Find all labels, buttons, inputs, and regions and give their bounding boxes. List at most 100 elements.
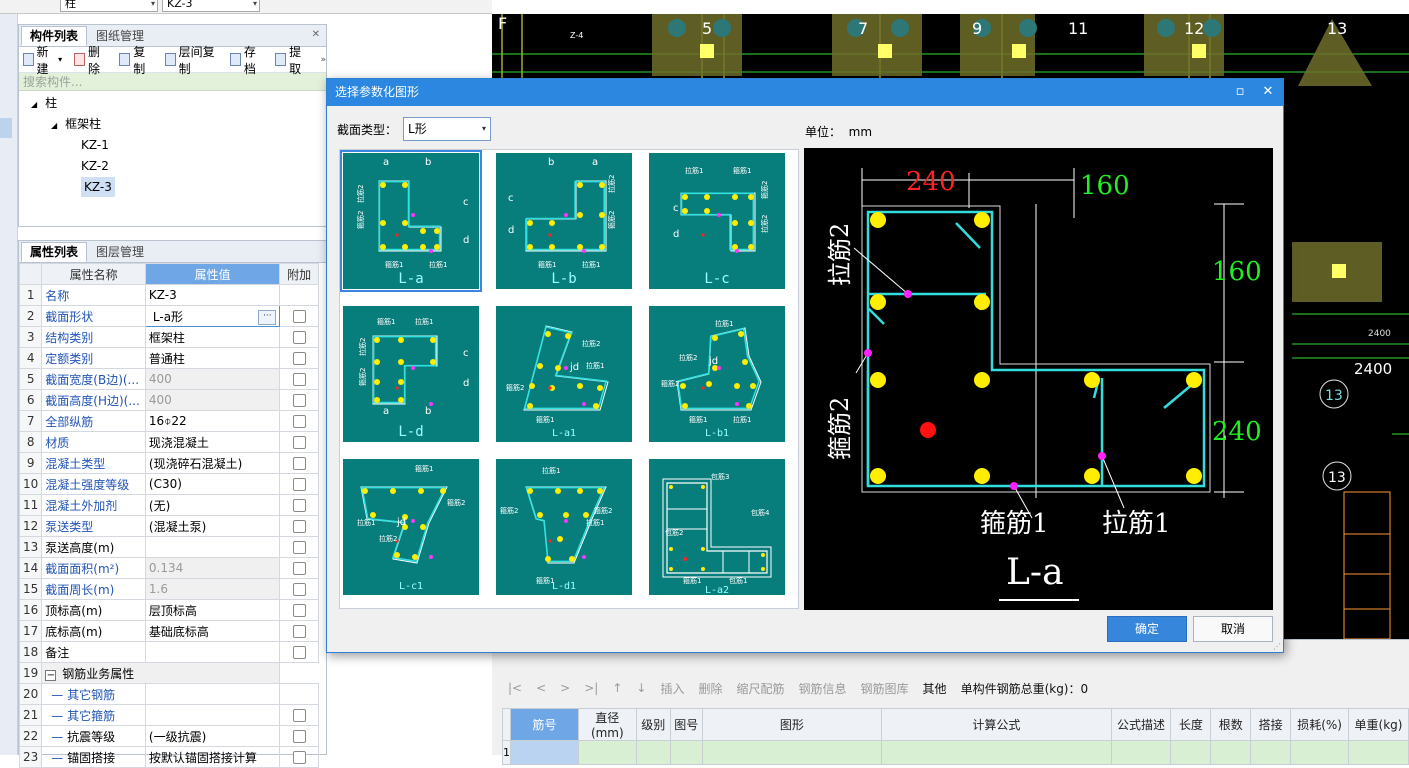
tree-group[interactable]: ◢ 框架柱 bbox=[51, 114, 101, 134]
grid-header[interactable]: 搭接 bbox=[1250, 708, 1292, 741]
grid-cell[interactable] bbox=[1250, 740, 1292, 765]
pin-icon[interactable]: ✕ bbox=[312, 29, 320, 40]
component-combo[interactable]: KZ-3 ▾ bbox=[162, 0, 260, 12]
rebar-tool-11[interactable]: 其他 bbox=[923, 680, 947, 697]
property-row[interactable]: 12 泵送类型 (混凝土泵) bbox=[18, 515, 319, 537]
shape-thumbnail-l-a2[interactable]: 包筋3 包筋2 包筋4 包筋1 箍筋1 L-a2 bbox=[646, 456, 788, 598]
grid-header[interactable]: 单重(kg) bbox=[1348, 708, 1409, 741]
section-type-select[interactable]: L形 ▾ bbox=[403, 117, 492, 141]
property-row[interactable]: 9 混凝土类型 (现浇碎石混凝土) bbox=[18, 452, 319, 474]
rebar-tool-1[interactable]: < bbox=[536, 681, 546, 695]
grid-header[interactable]: 图号 bbox=[669, 708, 703, 741]
grid-header[interactable]: 公式描述 bbox=[1110, 708, 1172, 741]
grid-header[interactable]: 筋号 bbox=[510, 708, 579, 741]
property-row[interactable]: 14 截面面积(m²) 0.134 bbox=[18, 557, 319, 579]
grid-header[interactable]: 损耗(%) bbox=[1290, 708, 1350, 741]
rebar-tool-8[interactable]: 缩尺配筋 bbox=[737, 680, 785, 697]
property-row[interactable]: 21— 其它箍筋 bbox=[18, 704, 319, 726]
shape-thumbnail-l-c1[interactable]: jd 箍筋1 拉筋1 拉筋2 箍筋2 L-c1 bbox=[340, 456, 482, 598]
property-value[interactable]: (现浇碎石混凝土) bbox=[144, 452, 281, 474]
grid-cell[interactable] bbox=[577, 740, 637, 765]
rebar-tool-3[interactable]: >| bbox=[584, 681, 598, 695]
additional-checkbox[interactable] bbox=[292, 730, 306, 743]
rebar-tool-6[interactable]: 插入 bbox=[660, 680, 684, 697]
grid-cell[interactable] bbox=[701, 740, 883, 765]
new-button[interactable]: 新建 ▾ bbox=[23, 43, 62, 77]
property-value[interactable] bbox=[144, 704, 281, 726]
property-row[interactable]: 7 全部纵筋 16⌽22 bbox=[18, 410, 319, 432]
additional-checkbox[interactable] bbox=[292, 646, 306, 659]
collapse-icon[interactable]: − bbox=[45, 669, 57, 681]
grid-header[interactable]: 直径(mm) bbox=[577, 708, 637, 741]
additional-checkbox[interactable] bbox=[292, 583, 306, 596]
additional-checkbox[interactable] bbox=[292, 541, 306, 554]
maximize-icon[interactable]: ▫ bbox=[1227, 79, 1253, 105]
property-value[interactable]: 1.6 bbox=[144, 578, 281, 600]
tab-property-list[interactable]: 属性列表 bbox=[21, 242, 88, 262]
additional-checkbox[interactable] bbox=[292, 436, 306, 449]
additional-checkbox[interactable] bbox=[292, 415, 306, 428]
grid-header[interactable]: 长度 bbox=[1170, 708, 1212, 741]
property-row[interactable]: 17 底标高(m) 基础底标高 bbox=[18, 620, 319, 642]
property-row[interactable]: 15 截面周长(m) 1.6 bbox=[18, 578, 319, 600]
additional-checkbox[interactable] bbox=[292, 373, 306, 386]
additional-checkbox[interactable] bbox=[292, 520, 306, 533]
property-value[interactable]: 16⌽22 bbox=[144, 410, 281, 432]
rebar-tool-7[interactable]: 删除 bbox=[698, 680, 722, 697]
ellipsis-button[interactable]: ··· bbox=[258, 309, 277, 325]
grid-cell[interactable] bbox=[1170, 740, 1212, 765]
additional-checkbox[interactable] bbox=[292, 625, 306, 638]
grid-cell[interactable] bbox=[1210, 740, 1252, 765]
property-value[interactable]: 0.134 bbox=[144, 557, 281, 579]
property-value[interactable] bbox=[144, 536, 281, 558]
shape-thumbnail-l-d[interactable]: a b c d 箍筋1 拉筋1 拉筋2 箍筋2 L-d bbox=[340, 303, 482, 445]
property-value[interactable]: L-a形 ··· bbox=[144, 305, 281, 327]
property-value[interactable]: (混凝土泵) bbox=[144, 515, 281, 537]
tab-layer-management[interactable]: 图层管理 bbox=[87, 242, 153, 262]
type-combo[interactable]: 柱 ▾ bbox=[60, 0, 158, 12]
additional-checkbox[interactable] bbox=[292, 331, 306, 344]
shape-thumbnail-l-c[interactable]: c d 拉筋1 箍筋1 箍筋2 拉筋2 L-c bbox=[646, 150, 788, 292]
additional-checkbox[interactable] bbox=[292, 751, 306, 764]
cancel-button[interactable]: 取消 bbox=[1193, 616, 1273, 642]
property-value[interactable] bbox=[144, 683, 281, 705]
additional-checkbox[interactable] bbox=[292, 478, 306, 491]
property-row[interactable]: 16 顶标高(m) 层顶标高 bbox=[18, 599, 319, 621]
property-row[interactable]: 23— 锚固搭接 按默认锚固搭接计算 bbox=[18, 746, 319, 768]
additional-checkbox[interactable] bbox=[292, 499, 306, 512]
property-value[interactable]: 框架柱 bbox=[144, 326, 281, 348]
resize-grip-icon[interactable]: ⋰ bbox=[1273, 642, 1281, 651]
property-row[interactable]: 5 截面宽度(B边)(... 400 bbox=[18, 368, 319, 390]
tree-item-kz2[interactable]: KZ-2 bbox=[81, 156, 109, 176]
property-row[interactable]: 20— 其它钢筋 bbox=[18, 683, 319, 705]
additional-checkbox[interactable] bbox=[292, 709, 306, 722]
property-row[interactable]: 11 混凝土外加剂 (无) bbox=[18, 494, 319, 516]
grid-cell[interactable] bbox=[881, 740, 1112, 765]
shape-thumbnail-l-a[interactable]: a b c d 箍筋1 拉筋1 拉筋2 箍筋2 L-a bbox=[340, 150, 482, 292]
grid-header[interactable]: 计算公式 bbox=[881, 708, 1112, 741]
property-value[interactable]: KZ-3 bbox=[144, 284, 281, 306]
property-row[interactable]: 19− 钢筋业务属性 bbox=[18, 662, 319, 684]
delete-button[interactable]: 删除 bbox=[74, 43, 107, 77]
property-value[interactable]: 普通柱 bbox=[144, 347, 281, 369]
property-row[interactable]: 3 结构类别 框架柱 bbox=[18, 326, 319, 348]
property-value[interactable]: (无) bbox=[144, 494, 281, 516]
more-icon[interactable]: » bbox=[320, 55, 326, 65]
tree-item-kz1[interactable]: KZ-1 bbox=[81, 135, 109, 155]
property-row[interactable]: 13 泵送高度(m) bbox=[18, 536, 319, 558]
tree-item-kz3[interactable]: KZ-3 bbox=[81, 177, 115, 197]
shape-thumbnail-l-a1[interactable]: jd 箍筋1 拉筋2 箍筋2 拉筋1 L-a1 bbox=[493, 303, 635, 445]
grid-cell[interactable] bbox=[635, 740, 671, 765]
grid-cell[interactable] bbox=[1110, 740, 1172, 765]
rebar-tool-9[interactable]: 钢筋信息 bbox=[799, 680, 847, 697]
archive-button[interactable]: 存档 bbox=[229, 43, 263, 77]
property-row[interactable]: 6 截面高度(H边)(... 400 bbox=[18, 389, 319, 411]
property-value[interactable] bbox=[144, 641, 281, 663]
copy-button[interactable]: 复制 bbox=[119, 43, 152, 77]
property-value[interactable]: 现浇混凝土 bbox=[144, 431, 281, 453]
additional-checkbox[interactable] bbox=[292, 562, 306, 575]
shape-thumbnail-l-b1[interactable]: jd 箍筋1 拉筋1 拉筋1 拉筋2 箍筋2 L-b1 bbox=[646, 303, 788, 445]
additional-checkbox[interactable] bbox=[292, 352, 306, 365]
rebar-tool-2[interactable]: > bbox=[560, 681, 570, 695]
grid-cell[interactable] bbox=[669, 740, 703, 765]
